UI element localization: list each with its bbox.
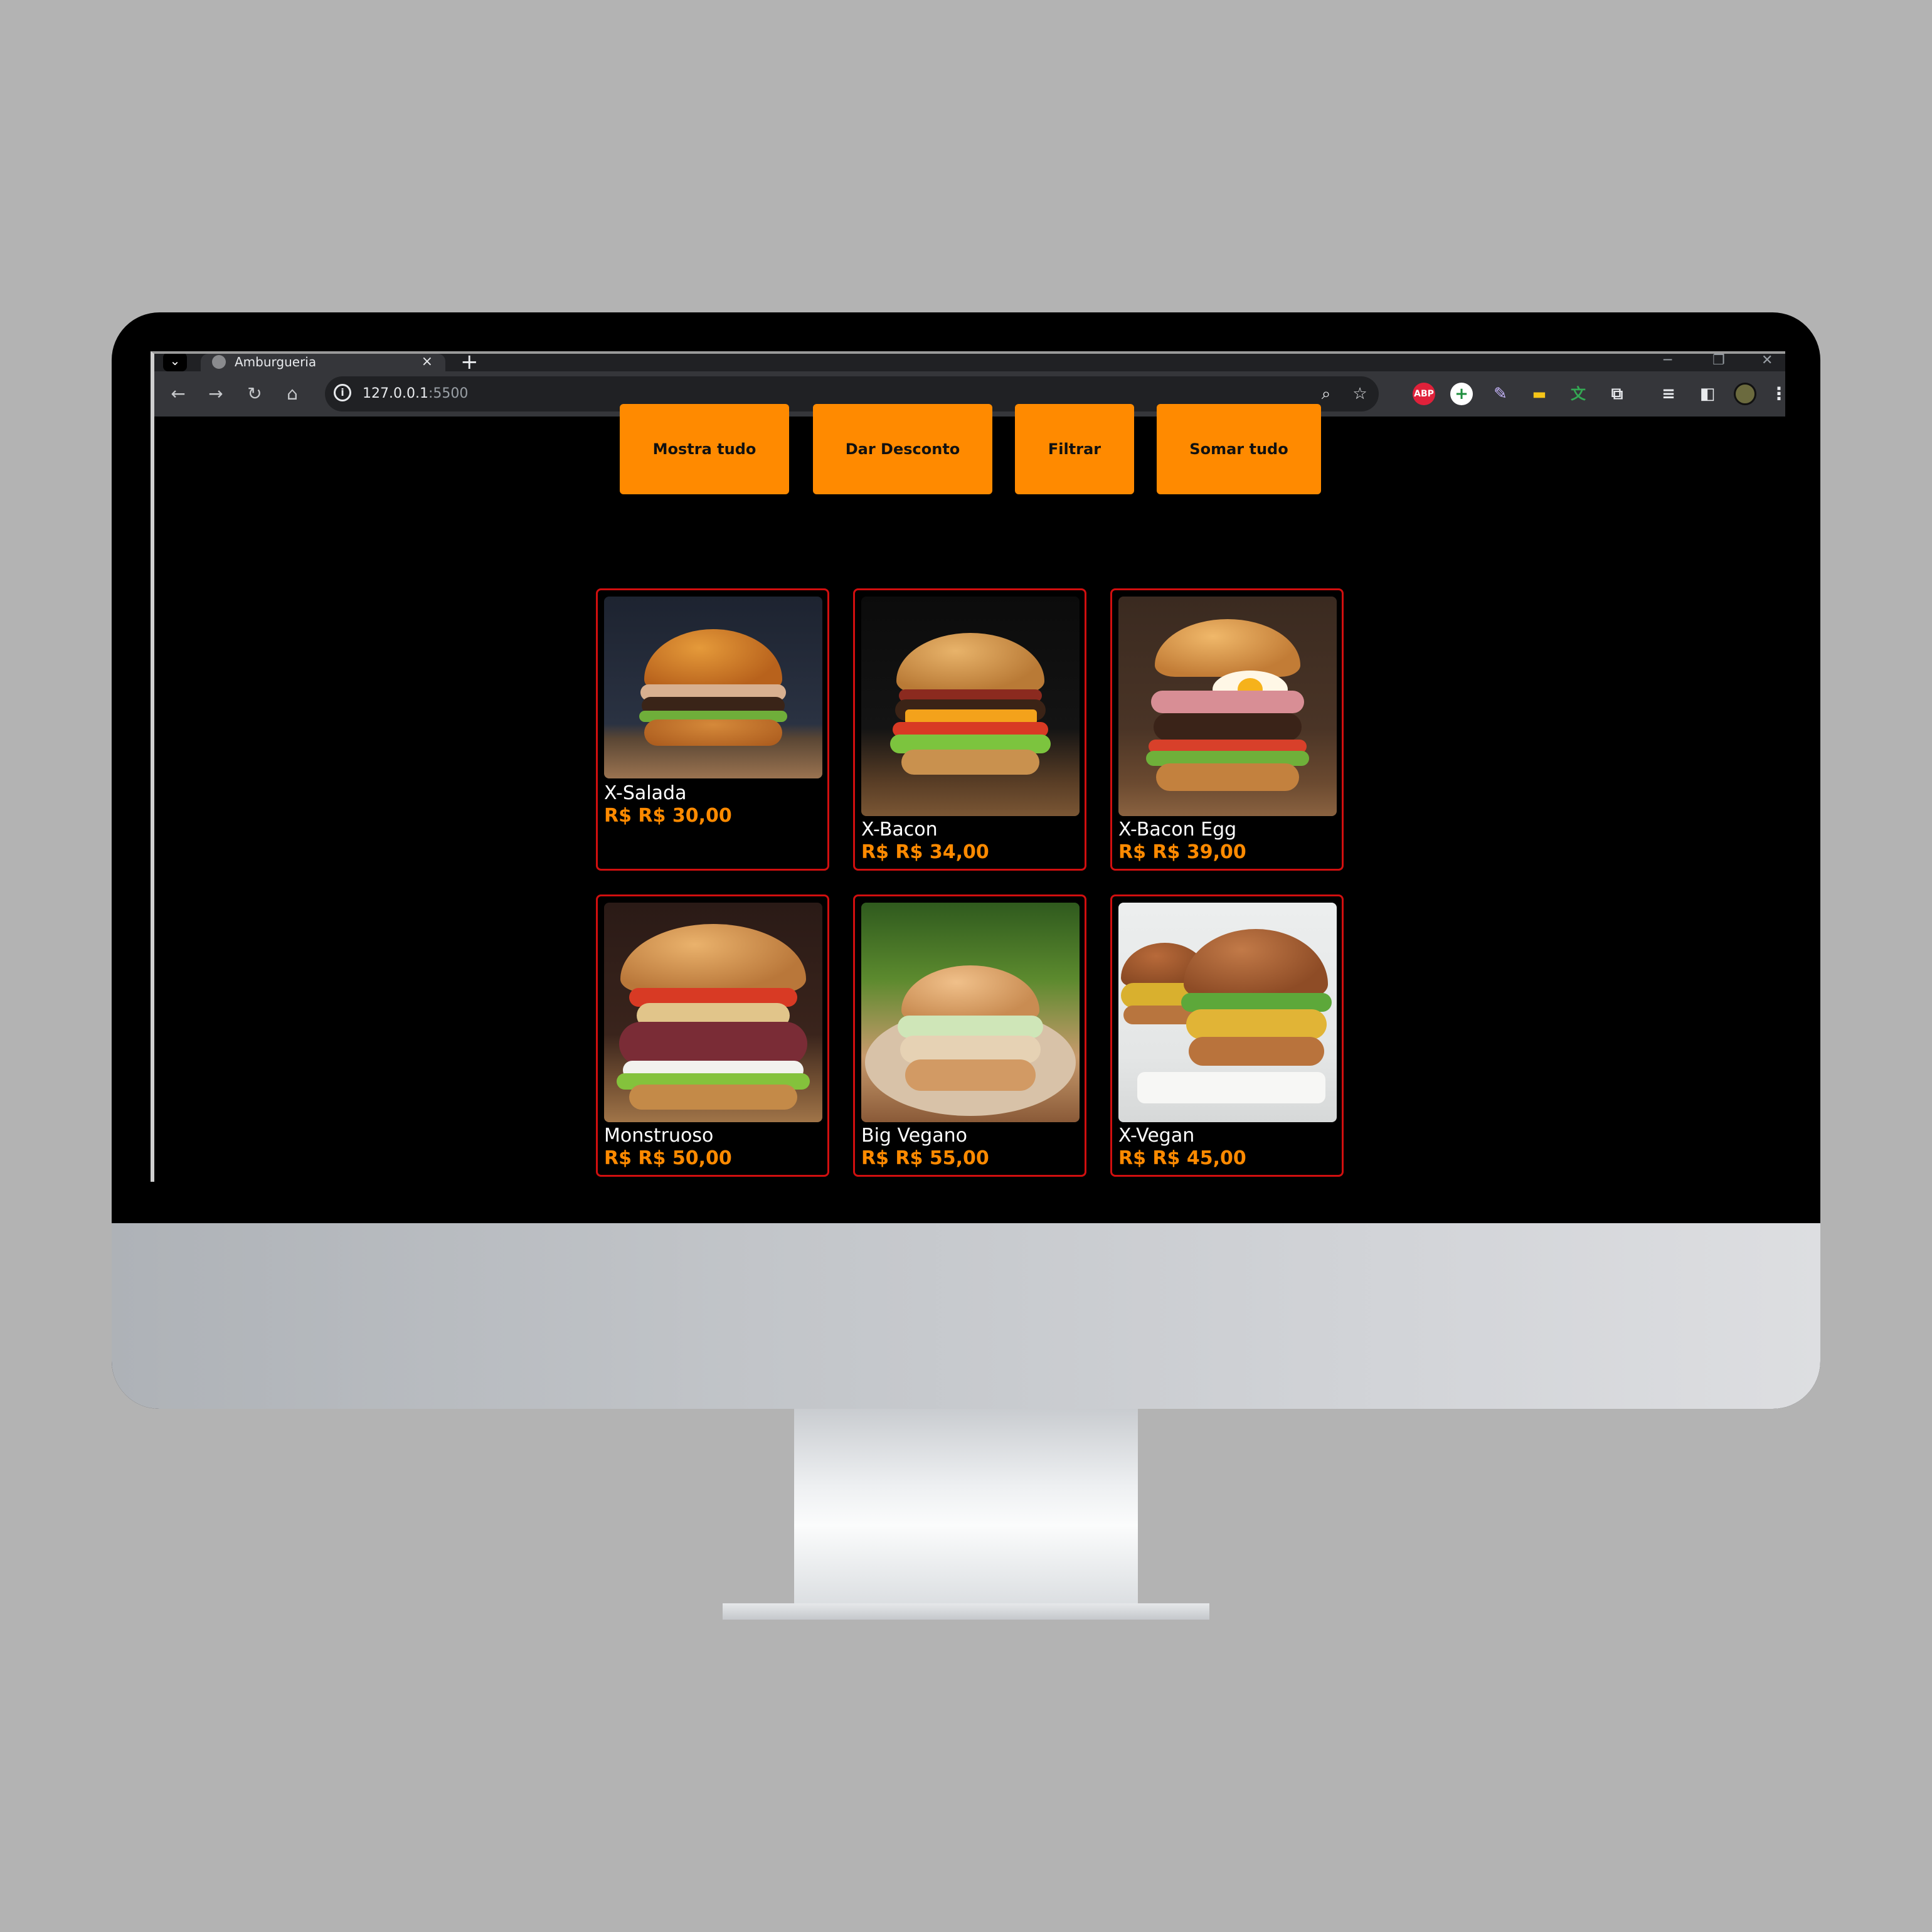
- action-buttons: Mostra tudo Dar Desconto Filtrar Somar t…: [0, 404, 1932, 494]
- product-price: R$ R$ 39,00: [1118, 841, 1246, 863]
- monitor-stand: [794, 1409, 1138, 1603]
- tab-amburgueria[interactable]: Amburgueria ×: [201, 354, 445, 371]
- minimize-icon[interactable]: ─: [1664, 354, 1672, 370]
- eyedropper-icon[interactable]: ✎: [1489, 383, 1512, 405]
- product-price: R$ R$ 30,00: [604, 805, 732, 827]
- zoom-icon[interactable]: ⌕: [1315, 383, 1337, 405]
- extensions-puzzle-icon[interactable]: ⧉: [1606, 383, 1628, 405]
- product-image-x-bacon: [861, 597, 1080, 816]
- site-info-icon[interactable]: i: [334, 384, 351, 401]
- adblock-plus-icon[interactable]: ABP: [1413, 383, 1435, 405]
- window-close-icon[interactable]: ✕: [1761, 354, 1773, 370]
- home-icon[interactable]: ⌂: [281, 383, 304, 405]
- profile-avatar-icon[interactable]: [1734, 383, 1756, 405]
- product-name: X-Bacon Egg: [1118, 819, 1237, 841]
- back-arrow-icon[interactable]: ←: [167, 383, 189, 405]
- tab-strip: ⌄ Amburgueria × + ─ ❐ ✕: [154, 354, 1785, 373]
- discount-button[interactable]: Dar Desconto: [813, 404, 992, 494]
- monitor-base: [723, 1603, 1209, 1620]
- product-image-monstruoso: [604, 903, 822, 1122]
- side-panel-icon[interactable]: ◧: [1696, 383, 1719, 405]
- show-all-button[interactable]: Mostra tudo: [620, 404, 789, 494]
- close-tab-icon[interactable]: ×: [422, 354, 433, 370]
- reload-icon[interactable]: ↻: [243, 383, 266, 405]
- add-extension-icon[interactable]: +: [1450, 383, 1473, 405]
- filter-button[interactable]: Filtrar: [1015, 404, 1134, 494]
- product-card[interactable]: X-Bacon R$ R$ 34,00: [853, 588, 1086, 871]
- url-host: 127.0.0.1: [363, 386, 428, 401]
- translate-icon[interactable]: 文: [1567, 383, 1590, 405]
- product-image-x-salada: [604, 597, 822, 778]
- product-image-x-bacon-egg: [1118, 597, 1337, 816]
- product-price: R$ R$ 34,00: [861, 841, 989, 863]
- product-name: X-Vegan: [1118, 1125, 1195, 1147]
- product-name: Monstruoso: [604, 1125, 714, 1147]
- product-card[interactable]: X-Bacon Egg R$ R$ 39,00: [1110, 588, 1344, 871]
- folder-extension-icon[interactable]: ▬: [1528, 383, 1551, 405]
- tab-search-chevron-icon[interactable]: ⌄: [163, 354, 187, 371]
- product-card[interactable]: X-Vegan R$ R$ 45,00: [1110, 894, 1344, 1177]
- tab-title: Amburgueria: [235, 354, 317, 369]
- restore-icon[interactable]: ❐: [1712, 354, 1725, 370]
- bookmark-star-icon[interactable]: ☆: [1349, 383, 1371, 405]
- product-name: X-Bacon: [861, 819, 938, 841]
- product-name: Big Vegano: [861, 1125, 967, 1147]
- globe-icon: [212, 355, 226, 369]
- product-price: R$ R$ 50,00: [604, 1147, 732, 1169]
- product-image-big-vegano: [861, 903, 1080, 1122]
- url-port: :5500: [428, 386, 469, 401]
- media-queue-icon[interactable]: ≡: [1657, 383, 1680, 405]
- product-card[interactable]: X-Salada R$ R$ 30,00: [596, 588, 829, 871]
- menu-kebab-icon[interactable]: ⋮: [1768, 383, 1785, 405]
- forward-arrow-icon[interactable]: →: [204, 383, 227, 405]
- sum-all-button[interactable]: Somar tudo: [1157, 404, 1321, 494]
- product-price: R$ R$ 45,00: [1118, 1147, 1246, 1169]
- product-image-x-vegan: [1118, 903, 1337, 1122]
- new-tab-icon[interactable]: +: [460, 354, 479, 373]
- product-name: X-Salada: [604, 782, 687, 804]
- monitor-chin: [112, 1223, 1820, 1409]
- product-price: R$ R$ 55,00: [861, 1147, 989, 1169]
- product-card[interactable]: Monstruoso R$ R$ 50,00: [596, 894, 829, 1177]
- product-card[interactable]: Big Vegano R$ R$ 55,00: [853, 894, 1086, 1177]
